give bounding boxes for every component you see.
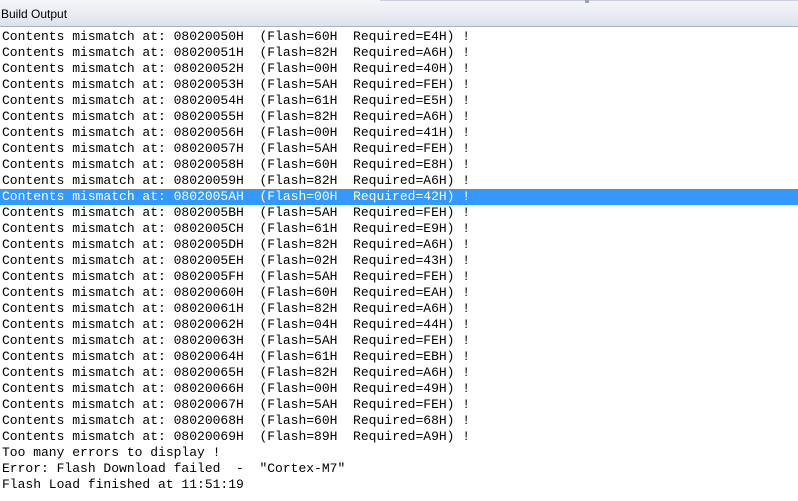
build-output-text[interactable]: Contents mismatch at: 08020050H (Flash=6…	[0, 29, 798, 501]
output-line[interactable]: Contents mismatch at: 0802005EH (Flash=0…	[0, 253, 798, 269]
output-line[interactable]: Contents mismatch at: 08020051H (Flash=8…	[0, 45, 798, 61]
output-line[interactable]: Contents mismatch at: 08020057H (Flash=5…	[0, 141, 798, 157]
top-divider	[380, 0, 798, 4]
output-line[interactable]: Contents mismatch at: 08020069H (Flash=8…	[0, 429, 798, 445]
output-line[interactable]: Contents mismatch at: 08020056H (Flash=0…	[0, 125, 798, 141]
output-line[interactable]: Contents mismatch at: 08020059H (Flash=8…	[0, 173, 798, 189]
output-line[interactable]: Contents mismatch at: 08020053H (Flash=5…	[0, 77, 798, 93]
output-line[interactable]: Contents mismatch at: 08020068H (Flash=6…	[0, 413, 798, 429]
output-line[interactable]: Contents mismatch at: 0802005DH (Flash=8…	[0, 237, 798, 253]
output-line[interactable]: Contents mismatch at: 08020064H (Flash=6…	[0, 349, 798, 365]
output-line[interactable]: Contents mismatch at: 0802005CH (Flash=6…	[0, 221, 798, 237]
output-line[interactable]: Contents mismatch at: 08020063H (Flash=5…	[0, 333, 798, 349]
output-line[interactable]: Contents mismatch at: 08020060H (Flash=6…	[0, 285, 798, 301]
output-line[interactable]: Contents mismatch at: 0802005AH (Flash=0…	[0, 189, 798, 205]
panel-title: Build Output	[1, 7, 68, 21]
output-line[interactable]: Flash Load finished at 11:51:19	[0, 477, 798, 493]
output-line[interactable]: Contents mismatch at: 08020054H (Flash=6…	[0, 93, 798, 109]
output-line[interactable]: Contents mismatch at: 08020058H (Flash=6…	[0, 157, 798, 173]
build-output-window: Build Output Contents mismatch at: 08020…	[0, 0, 798, 501]
output-line[interactable]: Too many errors to display !	[0, 445, 798, 461]
output-line[interactable]: Contents mismatch at: 0802005BH (Flash=5…	[0, 205, 798, 221]
output-line[interactable]: Contents mismatch at: 08020061H (Flash=8…	[0, 301, 798, 317]
output-line[interactable]: Contents mismatch at: 08020067H (Flash=5…	[0, 397, 798, 413]
output-line[interactable]: Contents mismatch at: 08020050H (Flash=6…	[0, 29, 798, 45]
splitter-grip[interactable]	[585, 0, 589, 3]
output-line[interactable]: Contents mismatch at: 08020065H (Flash=8…	[0, 365, 798, 381]
output-line[interactable]: Contents mismatch at: 08020052H (Flash=0…	[0, 61, 798, 77]
output-line[interactable]: Contents mismatch at: 0802005FH (Flash=5…	[0, 269, 798, 285]
panel-header[interactable]: Build Output	[0, 0, 798, 27]
output-line[interactable]: Contents mismatch at: 08020062H (Flash=0…	[0, 317, 798, 333]
output-line[interactable]: Contents mismatch at: 08020066H (Flash=0…	[0, 381, 798, 397]
output-line[interactable]: Contents mismatch at: 08020055H (Flash=8…	[0, 109, 798, 125]
output-line[interactable]: Error: Flash Download failed - "Cortex-M…	[0, 461, 798, 477]
